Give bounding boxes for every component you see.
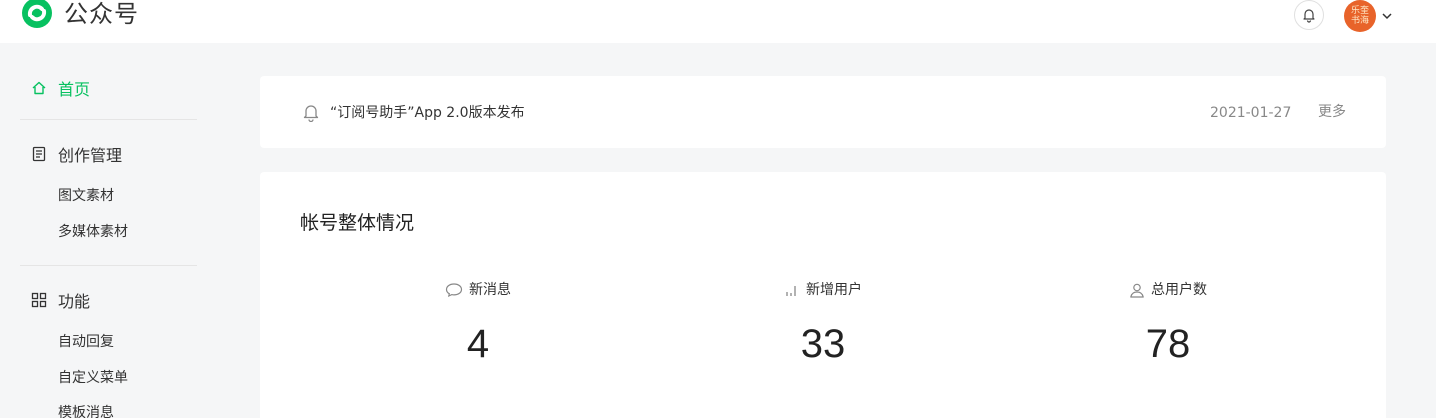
stat-new-users[interactable]: 新增用户 33	[693, 280, 953, 368]
section-title: 帐号整体情况	[300, 212, 415, 234]
sidebar-subitem-custom-menu[interactable]: 自定义菜单	[58, 368, 128, 388]
bell-icon	[1303, 9, 1315, 23]
stat-label: 新消息	[469, 282, 511, 298]
sidebar-item-features[interactable]: 功能	[30, 288, 90, 312]
document-icon	[30, 145, 48, 163]
divider	[20, 119, 197, 120]
sidebar-subitem-media[interactable]: 多媒体素材	[58, 222, 128, 242]
stat-label: 新增用户	[806, 282, 862, 298]
user-icon	[1129, 282, 1145, 298]
sidebar-item-label: 首页	[58, 80, 91, 99]
stat-total-users[interactable]: 总用户数 78	[1038, 280, 1298, 368]
chat-bubble-icon	[445, 282, 463, 298]
sidebar-subitem-auto-reply[interactable]: 自动回复	[58, 332, 114, 352]
notification-button[interactable]	[1294, 0, 1324, 30]
sidebar-item-creation[interactable]: 创作管理	[30, 142, 122, 166]
stat-new-messages[interactable]: 新消息 4	[348, 280, 608, 368]
stat-value: 33	[800, 322, 846, 366]
brand-name: 公众号	[64, 0, 139, 28]
notice-title[interactable]: “订阅号助手”App 2.0版本发布	[330, 103, 525, 123]
stat-value: 78	[1145, 322, 1191, 366]
divider	[20, 265, 197, 266]
wechat-official-logo[interactable]	[20, 0, 54, 30]
sidebar-subitem-articles[interactable]: 图文素材	[58, 186, 114, 206]
stat-label: 总用户数	[1151, 282, 1207, 298]
chevron-down-icon[interactable]	[1381, 10, 1393, 22]
sidebar-subitem-template-message[interactable]: 模板消息	[58, 403, 114, 418]
home-icon	[30, 79, 48, 97]
notice-date: 2021-01-27	[1210, 105, 1292, 121]
top-bar: 公众号 乐奎书海	[0, 0, 1436, 43]
stat-value: 4	[466, 322, 490, 366]
grid-icon	[30, 291, 48, 309]
bell-icon	[303, 105, 319, 122]
avatar[interactable]: 乐奎书海	[1344, 0, 1376, 32]
sidebar-item-label: 功能	[58, 292, 91, 311]
sidebar-item-label: 创作管理	[58, 146, 123, 165]
account-overview-card: 帐号整体情况 新消息 4 新增用户 33 总用户数 78	[260, 172, 1386, 418]
sidebar-item-home[interactable]: 首页	[30, 76, 90, 100]
bar-chart-icon	[784, 282, 800, 298]
more-link[interactable]: 更多	[1318, 102, 1346, 122]
notice-card: “订阅号助手”App 2.0版本发布 2021-01-27 更多	[260, 76, 1386, 148]
avatar-text: 乐奎书海	[1350, 6, 1369, 26]
